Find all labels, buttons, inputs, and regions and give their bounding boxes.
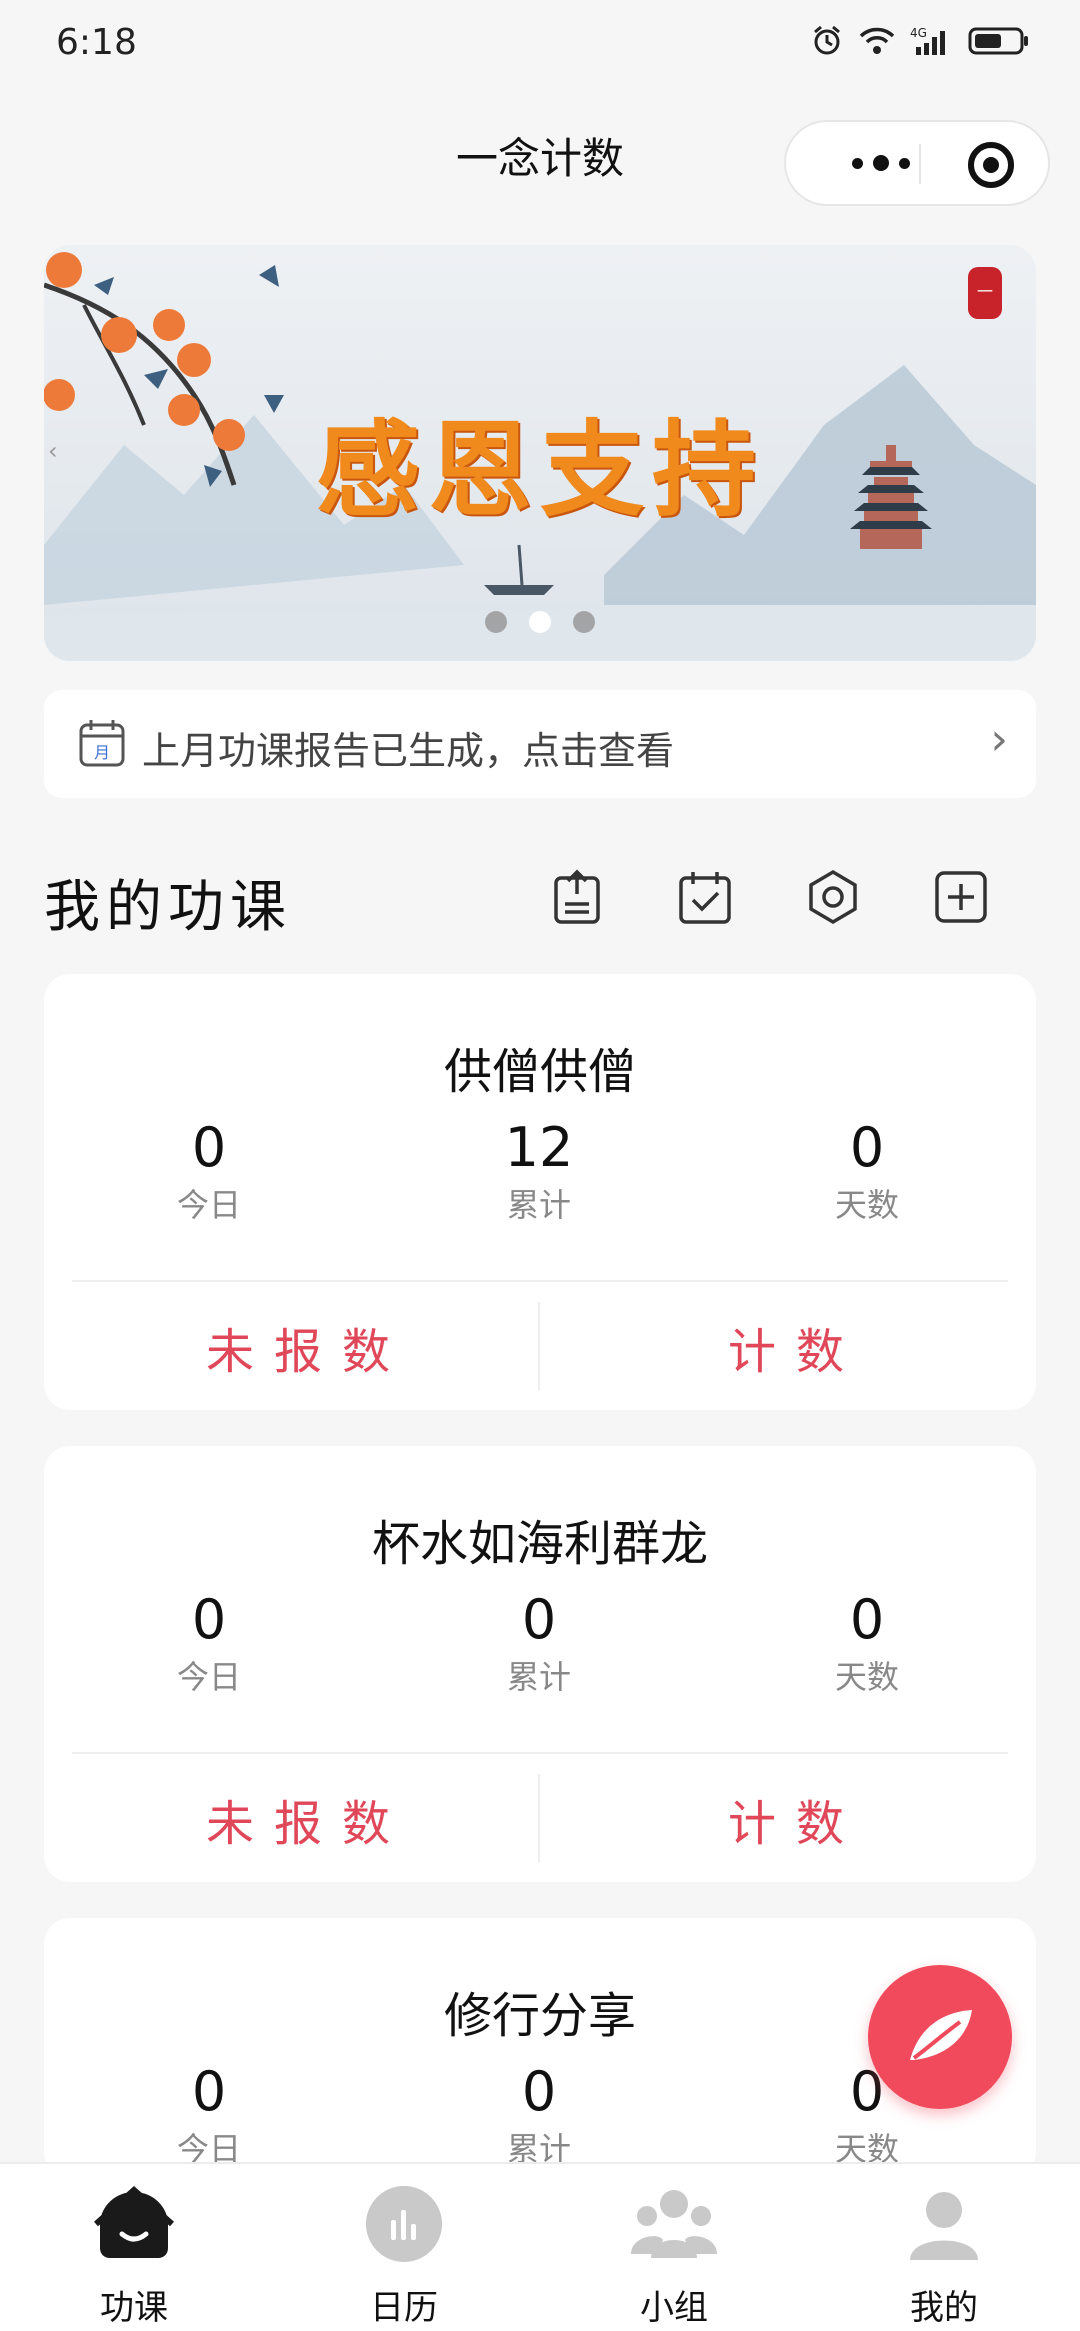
more-dot-icon [873, 155, 889, 171]
calendar-chart-icon [366, 2186, 442, 2262]
report-text: 上月功课报告已生成，点击查看 [142, 729, 675, 773]
report-count-button[interactable]: 未报数 [206, 1784, 410, 1854]
stat-today: 0 今日 [89, 2060, 329, 2170]
stat-days: 0 天数 [747, 1588, 987, 1698]
svg-text:一: 一 [977, 282, 993, 301]
export-icon[interactable] [548, 868, 606, 926]
stat-today: 0 今日 [89, 1116, 329, 1226]
count-button[interactable]: 计数 [728, 1312, 864, 1382]
svg-text:月: 月 [94, 743, 110, 762]
banner-dot [573, 611, 595, 633]
capsule-divider [919, 144, 921, 184]
stat-days-value: 0 [849, 1116, 885, 1179]
mini-program-capsule [784, 120, 1050, 206]
chevron-right-icon: › [990, 714, 1008, 765]
stat-total: 0 累计 [419, 2060, 659, 2170]
stat-days-label: 天数 [834, 1658, 899, 1696]
section-toolbar [548, 868, 990, 926]
tab-calendar[interactable]: 日历 [314, 2184, 494, 2329]
signal-4g-icon: 4G [910, 26, 945, 55]
stat-total: 0 累计 [419, 1588, 659, 1698]
status-time: 6:18 [56, 22, 137, 63]
card-title: 供僧供僧 [443, 1044, 636, 1100]
more-dot-icon [899, 157, 910, 169]
monthly-report-notice[interactable]: 月 上月功课报告已生成，点击查看 › [44, 690, 1036, 798]
tab-label: 小组 [640, 2288, 708, 2328]
tab-practice[interactable]: 功课 [44, 2184, 224, 2329]
battery-icon [968, 27, 1028, 55]
stat-today-value: 0 [191, 1588, 227, 1651]
practice-card[interactable]: 杯水如海利群龙 0 今日 0 累计 0 天数 未报数 计数 [44, 1446, 1036, 1882]
banner-dot [485, 611, 507, 633]
close-target-icon[interactable] [966, 140, 1016, 190]
wifi-icon [859, 27, 895, 54]
calendar-icon: 月 [79, 720, 125, 767]
card-divider [72, 1752, 1008, 1754]
report-count-button[interactable]: 未报数 [206, 1312, 410, 1382]
practice-card[interactable]: 供僧供僧 0 今日 12 累计 0 天数 未报数 计数 [44, 974, 1036, 1410]
profile-icon [910, 2192, 978, 2260]
bottom-tab-bar: 功课 日历 小组 我的 [0, 2162, 1080, 2331]
banner-text: 感恩支持 [315, 408, 764, 531]
section-title: 我的功课 [44, 875, 292, 940]
group-icon [631, 2190, 717, 2258]
stat-total-label: 累计 [506, 1658, 571, 1696]
tab-label: 功课 [100, 2288, 168, 2328]
stat-days-value: 0 [849, 1588, 885, 1651]
alarm-icon [814, 25, 840, 55]
home-icon [93, 2185, 175, 2258]
stat-today-label: 今日 [176, 1658, 241, 1696]
tab-group[interactable]: 小组 [584, 2184, 764, 2329]
add-icon[interactable] [932, 868, 990, 926]
banner-dot-active [529, 611, 551, 633]
svg-text:4G: 4G [910, 26, 927, 40]
stat-days-label: 天数 [834, 1186, 899, 1224]
card-divider [72, 1280, 1008, 1282]
stat-total-label: 累计 [506, 1186, 571, 1224]
stat-total-value: 0 [521, 2060, 557, 2123]
stat-today-value: 0 [191, 1116, 227, 1179]
banner-indicator [44, 611, 1036, 633]
banner-carousel[interactable]: 一 ‹ 感恩支持 [44, 245, 1036, 661]
status-bar: 6:18 4G [0, 0, 1080, 90]
status-icons: 4G [810, 24, 1030, 58]
stat-total: 12 累计 [419, 1116, 659, 1226]
stat-days: 0 天数 [747, 1116, 987, 1226]
tab-label: 我的 [910, 2288, 978, 2328]
stat-total-value: 12 [504, 1116, 574, 1179]
stat-today-value: 0 [191, 2060, 227, 2123]
feather-icon [910, 2010, 972, 2060]
count-button[interactable]: 计数 [728, 1784, 864, 1854]
tab-profile[interactable]: 我的 [854, 2184, 1034, 2329]
card-title: 杯水如海利群龙 [371, 1516, 708, 1572]
settings-icon[interactable] [804, 868, 862, 926]
stat-total-value: 0 [521, 1588, 557, 1651]
tab-label: 日历 [370, 2288, 438, 2328]
card-button-divider [538, 1774, 540, 1862]
floating-share-button[interactable] [868, 1965, 1012, 2109]
calendar-check-icon[interactable] [676, 868, 734, 926]
stat-today: 0 今日 [89, 1588, 329, 1698]
more-dot-icon [852, 157, 863, 169]
stat-today-label: 今日 [176, 1186, 241, 1224]
card-button-divider [538, 1302, 540, 1390]
